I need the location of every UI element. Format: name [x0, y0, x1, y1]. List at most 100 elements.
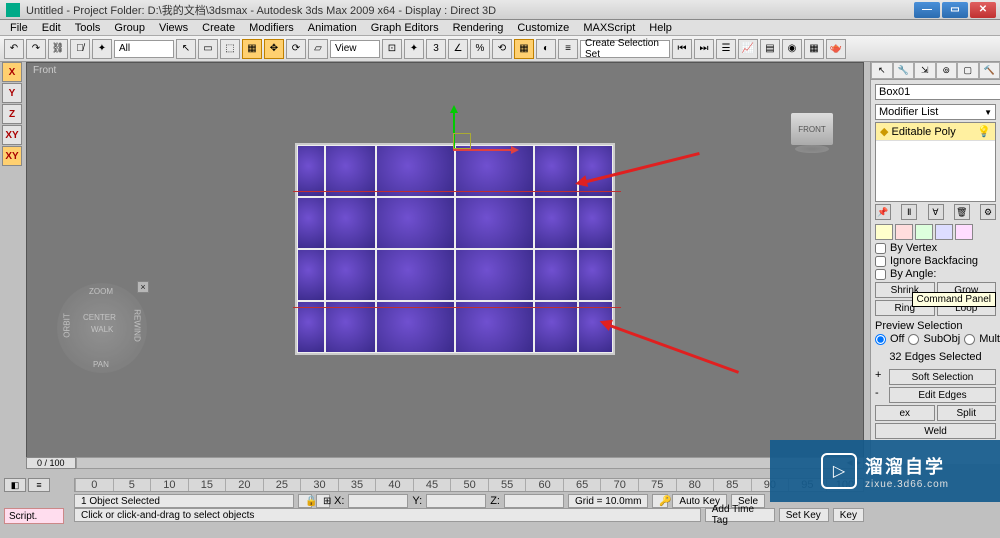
- percent-snap-button[interactable]: %: [470, 39, 490, 59]
- script-listener[interactable]: Script.: [4, 508, 64, 524]
- curve-editor-button[interactable]: 📈: [738, 39, 758, 59]
- menu-help[interactable]: Help: [643, 22, 678, 34]
- object-name-input[interactable]: [875, 84, 1000, 100]
- material-button[interactable]: ◉: [782, 39, 802, 59]
- axis-xy2-button[interactable]: XY: [2, 146, 22, 166]
- minimize-button[interactable]: —: [914, 2, 940, 18]
- transform-x-input[interactable]: [348, 494, 408, 508]
- soft-selection-rollout[interactable]: Soft Selection: [889, 369, 996, 385]
- time-slider-thumb[interactable]: 0 / 100: [26, 457, 76, 469]
- make-unique-button[interactable]: ∀: [928, 204, 944, 220]
- window-crossing-button[interactable]: ▦: [242, 39, 262, 59]
- render-button[interactable]: 🫖: [826, 39, 846, 59]
- viewport-front[interactable]: Front FRONT: [26, 62, 864, 464]
- preview-multi-radio[interactable]: [964, 334, 975, 345]
- steering-center[interactable]: CENTER: [83, 313, 116, 322]
- menu-grapheditors[interactable]: Graph Editors: [365, 22, 445, 34]
- key-filters-button[interactable]: Key: [833, 508, 864, 522]
- snap-button[interactable]: 3: [426, 39, 446, 59]
- pin-stack-button[interactable]: 📌: [875, 204, 891, 220]
- steering-wheel[interactable]: × ZOOM PAN ORBIT REWIND CENTER WALK: [57, 283, 147, 373]
- selection-filter[interactable]: All: [114, 40, 174, 58]
- ignore-backfacing-check[interactable]: [875, 256, 886, 267]
- menu-animation[interactable]: Animation: [302, 22, 363, 34]
- modifier-list-dropdown[interactable]: Modifier List: [875, 104, 996, 120]
- lock-selection-button[interactable]: 🔒: [298, 494, 312, 508]
- unlink-button[interactable]: ⛓̸: [70, 39, 90, 59]
- next-sel-button[interactable]: ⏭: [694, 39, 714, 59]
- transform-y-input[interactable]: [426, 494, 486, 508]
- time-slider-track[interactable]: [76, 457, 864, 469]
- modifier-stack[interactable]: ◆ Editable Poly 💡: [875, 122, 996, 202]
- rect-select-button[interactable]: ⬚: [220, 39, 240, 59]
- preview-off-radio[interactable]: [875, 334, 886, 345]
- box-geometry[interactable]: [295, 143, 615, 355]
- menu-edit[interactable]: Edit: [36, 22, 67, 34]
- tab-utilities[interactable]: 🔨: [979, 62, 1000, 79]
- gizmo-x-axis[interactable]: [453, 149, 513, 151]
- axis-x-button[interactable]: X: [2, 62, 22, 82]
- time-slider[interactable]: 0 / 100: [26, 456, 864, 470]
- subobj-element[interactable]: [955, 224, 973, 240]
- ref-coord[interactable]: View: [330, 40, 380, 58]
- tab-create[interactable]: ↖: [871, 62, 893, 79]
- angle-snap-button[interactable]: ∠: [448, 39, 468, 59]
- axis-xy-button[interactable]: XY: [2, 125, 22, 145]
- ex-button[interactable]: ex: [875, 405, 935, 421]
- track-mini-button-2[interactable]: ≡: [28, 478, 50, 492]
- steering-walk[interactable]: WALK: [91, 325, 113, 334]
- named-selection[interactable]: Create Selection Set: [580, 40, 670, 58]
- key-mode-button[interactable]: 🔑: [652, 494, 668, 508]
- by-vertex-check[interactable]: [875, 243, 886, 254]
- redo-button[interactable]: ↷: [26, 39, 46, 59]
- track-mini-button-1[interactable]: ◧: [4, 478, 26, 492]
- edged-faces-button[interactable]: ▦: [514, 39, 534, 59]
- timeline-ruler[interactable]: 0510152025303540455055606570758085909510…: [74, 478, 864, 492]
- undo-button[interactable]: ↶: [4, 39, 24, 59]
- bulb-icon[interactable]: 💡: [977, 125, 991, 138]
- preview-subobj-radio[interactable]: [908, 334, 919, 345]
- tab-display[interactable]: ▢: [957, 62, 979, 79]
- steering-rewind[interactable]: REWIND: [132, 309, 141, 341]
- select-object-button[interactable]: ↖: [176, 39, 196, 59]
- weld-button[interactable]: Weld: [875, 423, 996, 439]
- edit-edges-rollout[interactable]: Edit Edges: [889, 387, 996, 403]
- tab-hierarchy[interactable]: ⇲: [914, 62, 936, 79]
- layers-button[interactable]: ☰: [716, 39, 736, 59]
- manipulate-button[interactable]: ✦: [404, 39, 424, 59]
- axis-y-button[interactable]: Y: [2, 83, 22, 103]
- steering-close[interactable]: ×: [137, 281, 149, 293]
- prev-sel-button[interactable]: ⏮: [672, 39, 692, 59]
- show-end-result-button[interactable]: Ⅱ: [901, 204, 917, 220]
- render-setup-button[interactable]: ▦: [804, 39, 824, 59]
- tab-motion[interactable]: ⊚: [936, 62, 958, 79]
- center-button[interactable]: ⊡: [382, 39, 402, 59]
- remove-modifier-button[interactable]: 🗑: [954, 204, 970, 220]
- close-button[interactable]: ✕: [970, 2, 996, 18]
- subobj-vertex[interactable]: [875, 224, 893, 240]
- set-key-button[interactable]: Set Key: [779, 508, 829, 522]
- spinner-snap-button[interactable]: ⟲: [492, 39, 512, 59]
- steering-orbit[interactable]: ORBIT: [63, 313, 72, 337]
- rotate-button[interactable]: ⟳: [286, 39, 306, 59]
- steering-pan[interactable]: PAN: [93, 360, 109, 369]
- bind-button[interactable]: ✦: [92, 39, 112, 59]
- select-name-button[interactable]: ▭: [198, 39, 218, 59]
- abs-rel-button[interactable]: ⊞: [316, 494, 330, 508]
- stack-editable-poly[interactable]: ◆ Editable Poly 💡: [876, 123, 995, 141]
- by-angle-check[interactable]: [875, 269, 886, 280]
- configure-sets-button[interactable]: ⚙: [980, 204, 996, 220]
- link-button[interactable]: ⛓: [48, 39, 68, 59]
- menu-maxscript[interactable]: MAXScript: [577, 22, 641, 34]
- menu-tools[interactable]: Tools: [69, 22, 107, 34]
- maximize-button[interactable]: ▭: [942, 2, 968, 18]
- menu-views[interactable]: Views: [153, 22, 194, 34]
- subobj-border[interactable]: [915, 224, 933, 240]
- subobj-polygon[interactable]: [935, 224, 953, 240]
- axis-z-button[interactable]: Z: [2, 104, 22, 124]
- schematic-button[interactable]: ▤: [760, 39, 780, 59]
- add-time-tag[interactable]: Add Time Tag: [705, 508, 775, 522]
- menu-file[interactable]: File: [4, 22, 34, 34]
- menu-customize[interactable]: Customize: [511, 22, 575, 34]
- scale-button[interactable]: ▱: [308, 39, 328, 59]
